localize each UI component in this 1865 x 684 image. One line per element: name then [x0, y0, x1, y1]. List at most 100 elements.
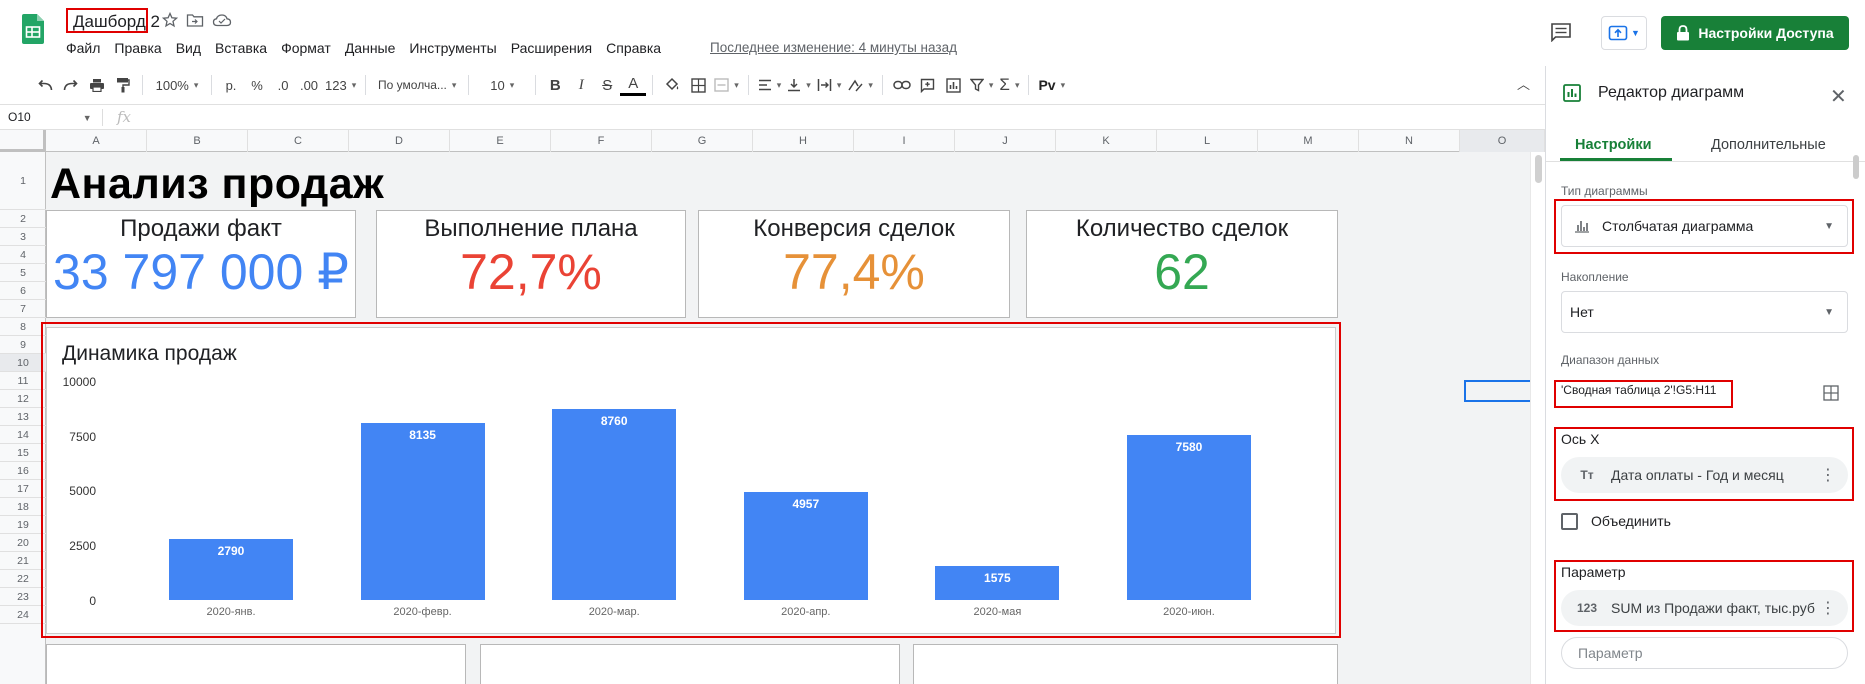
collapse-toolbar-icon[interactable]: ︿ — [1517, 74, 1530, 93]
insert-link-icon[interactable] — [889, 71, 915, 99]
currency-format-button[interactable]: р. — [218, 71, 244, 99]
select-range-grid-icon[interactable] — [1823, 385, 1839, 401]
data-range-input[interactable]: 'Сводная таблица 2'!G5:H11 — [1561, 383, 1716, 397]
font-select[interactable]: По умолча... — [372, 71, 462, 99]
column-header-m[interactable]: M — [1258, 130, 1359, 152]
fill-color-icon[interactable] — [659, 71, 685, 99]
lower-card-2[interactable] — [480, 644, 900, 684]
row-header-6[interactable]: 6 — [0, 282, 46, 300]
column-header-e[interactable]: E — [450, 130, 551, 152]
row-header-18[interactable]: 18 — [0, 498, 46, 516]
vertical-scrollbar[interactable] — [1530, 152, 1545, 684]
name-box[interactable]: O10 ▼ — [8, 110, 92, 124]
column-header-a[interactable]: A — [46, 130, 147, 152]
row-header-24[interactable]: 24 — [0, 606, 46, 624]
present-button[interactable]: ▼ — [1601, 16, 1647, 50]
row-header-16[interactable]: 16 — [0, 462, 46, 480]
italic-button[interactable]: I — [568, 71, 594, 99]
text-rotation-icon[interactable] — [844, 71, 876, 99]
menu-view[interactable]: Вид — [176, 40, 201, 56]
share-button[interactable]: Настройки Доступа — [1661, 16, 1849, 50]
column-header-k[interactable]: K — [1056, 130, 1157, 152]
scrollbar-thumb[interactable] — [1535, 155, 1542, 183]
row-header-15[interactable]: 15 — [0, 444, 46, 462]
row-header-9[interactable]: 9 — [0, 336, 46, 354]
menu-help[interactable]: Справка — [606, 40, 661, 56]
more-vert-icon[interactable]: ⋮ — [1820, 598, 1836, 618]
column-header-i[interactable]: I — [854, 130, 955, 152]
last-edit-link[interactable]: Последнее изменение: 4 минуты назад — [710, 40, 957, 55]
star-icon[interactable] — [162, 12, 178, 28]
chart-bar[interactable] — [1127, 434, 1251, 600]
chart-bar[interactable] — [552, 409, 677, 600]
column-header-o[interactable]: O — [1460, 130, 1545, 152]
tab-customize[interactable]: Дополнительные — [1711, 137, 1826, 153]
insert-chart-icon[interactable] — [941, 71, 967, 99]
select-all-corner[interactable] — [0, 130, 46, 152]
filter-icon[interactable] — [967, 71, 997, 99]
row-header-19[interactable]: 19 — [0, 516, 46, 534]
text-wrap-icon[interactable] — [814, 71, 845, 99]
menu-insert[interactable]: Вставка — [215, 40, 267, 56]
column-header-g[interactable]: G — [652, 130, 753, 152]
menu-format[interactable]: Формат — [281, 40, 331, 56]
column-header-h[interactable]: H — [753, 130, 854, 152]
row-header-11[interactable]: 11 — [0, 372, 46, 390]
kpi-card-deals[interactable]: Количество сделок 62 — [1026, 210, 1338, 318]
panel-scrollbar-thumb[interactable] — [1853, 155, 1859, 179]
redo-icon[interactable] — [58, 71, 84, 99]
menu-file[interactable]: Файл — [66, 40, 100, 56]
paint-format-icon[interactable] — [110, 71, 136, 99]
borders-icon[interactable] — [685, 71, 711, 99]
functions-icon[interactable]: Σ — [996, 71, 1022, 99]
row-header-12[interactable]: 12 — [0, 390, 46, 408]
x-axis-chip[interactable]: Tт Дата оплаты - Год и месяц ⋮ — [1561, 457, 1848, 493]
comments-icon[interactable] — [1550, 22, 1572, 42]
row-header-20[interactable]: 20 — [0, 534, 46, 552]
merge-cells-icon[interactable] — [711, 71, 742, 99]
row-header-8[interactable]: 8 — [0, 318, 46, 336]
column-header-f[interactable]: F — [551, 130, 652, 152]
menu-extensions[interactable]: Расширения — [511, 40, 592, 56]
row-header-13[interactable]: 13 — [0, 408, 46, 426]
column-header-l[interactable]: L — [1157, 130, 1258, 152]
cloud-saved-icon[interactable] — [212, 12, 232, 28]
undo-icon[interactable] — [32, 71, 58, 99]
tab-setup[interactable]: Настройки — [1575, 137, 1652, 153]
row-header-14[interactable]: 14 — [0, 426, 46, 444]
addon-button[interactable]: Pv — [1035, 71, 1068, 99]
row-header-7[interactable]: 7 — [0, 300, 46, 318]
text-color-button[interactable]: A — [620, 74, 647, 96]
row-header-21[interactable]: 21 — [0, 552, 46, 570]
close-icon[interactable]: ✕ — [1830, 84, 1847, 109]
lower-card-3[interactable] — [913, 644, 1338, 684]
row-header-3[interactable]: 3 — [0, 228, 46, 246]
menu-tools[interactable]: Инструменты — [409, 40, 496, 56]
decrease-decimal-button[interactable]: .0 — [270, 71, 296, 99]
series-chip[interactable]: 123 SUM из Продажи факт, тыс.руб ⋮ — [1561, 590, 1848, 626]
row-header-10[interactable]: 10 — [0, 354, 46, 372]
strikethrough-button[interactable]: S — [594, 71, 620, 99]
vertical-align-icon[interactable] — [784, 71, 814, 99]
insert-comment-icon[interactable] — [915, 71, 941, 99]
kpi-card-plan[interactable]: Выполнение плана 72,7% — [376, 210, 686, 318]
increase-decimal-button[interactable]: .00 — [296, 71, 322, 99]
row-header-17[interactable]: 17 — [0, 480, 46, 498]
bold-button[interactable]: B — [542, 71, 568, 99]
column-header-d[interactable]: D — [349, 130, 450, 152]
row-header-1[interactable]: 1 — [0, 152, 46, 210]
number-format-select[interactable]: 123 — [322, 71, 359, 99]
font-size-select[interactable]: 10 — [475, 71, 529, 99]
horizontal-align-icon[interactable] — [755, 71, 785, 99]
row-header-22[interactable]: 22 — [0, 570, 46, 588]
zoom-select[interactable]: 100% — [149, 71, 205, 99]
stacking-select[interactable]: Нет ▼ — [1561, 291, 1848, 333]
column-header-c[interactable]: C — [248, 130, 349, 152]
column-header-n[interactable]: N — [1359, 130, 1460, 152]
row-header-23[interactable]: 23 — [0, 588, 46, 606]
column-header-j[interactable]: J — [955, 130, 1056, 152]
aggregate-checkbox[interactable] — [1561, 513, 1578, 530]
formula-input[interactable] — [145, 107, 1525, 127]
column-header-b[interactable]: B — [147, 130, 248, 152]
menu-edit[interactable]: Правка — [114, 40, 161, 56]
